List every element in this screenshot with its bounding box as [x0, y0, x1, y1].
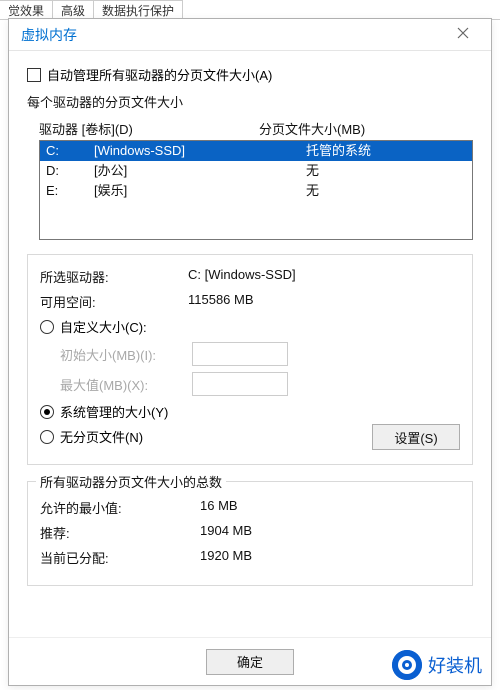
system-managed-label: 系统管理的大小(Y): [60, 402, 168, 421]
initial-size-input[interactable]: [192, 342, 288, 366]
selected-drive-group: 所选驱动器: C: [Windows-SSD] 可用空间: 115586 MB …: [27, 254, 473, 465]
parent-dialog-tabs: 觉效果 高级 数据执行保护: [0, 0, 500, 20]
min-allowed-value: 16 MB: [200, 498, 238, 517]
header-paging: 分页文件大小(MB): [259, 119, 473, 138]
drive-list-header: 驱动器 [卷标](D) 分页文件大小(MB): [39, 117, 473, 140]
drive-row[interactable]: E: [娱乐] 无: [40, 181, 472, 201]
checkbox-icon: [27, 68, 41, 82]
header-drive: 驱动器 [卷标](D): [39, 119, 259, 138]
available-space-value: 115586 MB: [188, 292, 254, 311]
auto-manage-checkbox[interactable]: 自动管理所有驱动器的分页文件大小(A): [27, 65, 473, 84]
bg-tab[interactable]: 数据执行保护: [93, 0, 183, 19]
per-drive-label: 每个驱动器的分页文件大小: [27, 92, 473, 111]
radio-icon: [40, 405, 54, 419]
watermark-text: 好装机: [428, 652, 482, 678]
drive-paging-value: 托管的系统: [258, 142, 466, 160]
virtual-memory-dialog: 虚拟内存 自动管理所有驱动器的分页文件大小(A) 每个驱动器的分页文件大小 驱动…: [8, 18, 492, 686]
drive-volume-label: [办公]: [94, 162, 258, 180]
min-allowed-label: 允许的最小值:: [40, 498, 200, 517]
recommended-label: 推荐:: [40, 523, 200, 542]
dialog-title: 虚拟内存: [21, 25, 443, 45]
max-size-input[interactable]: [192, 372, 288, 396]
drive-paging-value: 无: [258, 162, 466, 180]
available-space-label: 可用空间:: [40, 292, 188, 311]
drive-paging-value: 无: [258, 182, 466, 200]
selected-drive-value: C: [Windows-SSD]: [188, 267, 296, 286]
totals-title: 所有驱动器分页文件大小的总数: [36, 472, 226, 491]
bg-tab[interactable]: 觉效果: [0, 0, 53, 19]
set-button[interactable]: 设置(S): [372, 424, 460, 450]
drive-letter: E:: [46, 182, 94, 200]
custom-size-radio[interactable]: 自定义大小(C):: [40, 317, 460, 336]
max-size-label: 最大值(MB)(X):: [60, 375, 192, 394]
ok-button[interactable]: 确定: [206, 649, 294, 675]
auto-manage-label: 自动管理所有驱动器的分页文件大小(A): [47, 65, 272, 84]
initial-size-label: 初始大小(MB)(I):: [60, 345, 192, 364]
totals-group: 所有驱动器分页文件大小的总数 允许的最小值: 16 MB 推荐: 1904 MB…: [27, 481, 473, 586]
no-paging-label: 无分页文件(N): [60, 427, 143, 446]
current-alloc-label: 当前已分配:: [40, 548, 200, 567]
drive-list[interactable]: C: [Windows-SSD] 托管的系统 D: [办公] 无 E: [娱乐]…: [39, 140, 473, 240]
watermark: 好装机: [392, 650, 482, 680]
titlebar: 虚拟内存: [9, 19, 491, 51]
current-alloc-value: 1920 MB: [200, 548, 252, 567]
close-button[interactable]: [443, 26, 483, 44]
watermark-logo-icon: [392, 650, 422, 680]
drive-row[interactable]: C: [Windows-SSD] 托管的系统: [40, 141, 472, 161]
drive-row[interactable]: D: [办公] 无: [40, 161, 472, 181]
drive-volume-label: [娱乐]: [94, 182, 258, 200]
bg-tab[interactable]: 高级: [52, 0, 94, 19]
recommended-value: 1904 MB: [200, 523, 252, 542]
radio-icon: [40, 430, 54, 444]
custom-size-label: 自定义大小(C):: [60, 317, 147, 336]
selected-drive-label: 所选驱动器:: [40, 267, 188, 286]
system-managed-radio[interactable]: 系统管理的大小(Y): [40, 402, 460, 421]
radio-icon: [40, 320, 54, 334]
drive-letter: D:: [46, 162, 94, 180]
close-icon: [457, 27, 469, 39]
drive-volume-label: [Windows-SSD]: [94, 142, 258, 160]
drive-letter: C:: [46, 142, 94, 160]
